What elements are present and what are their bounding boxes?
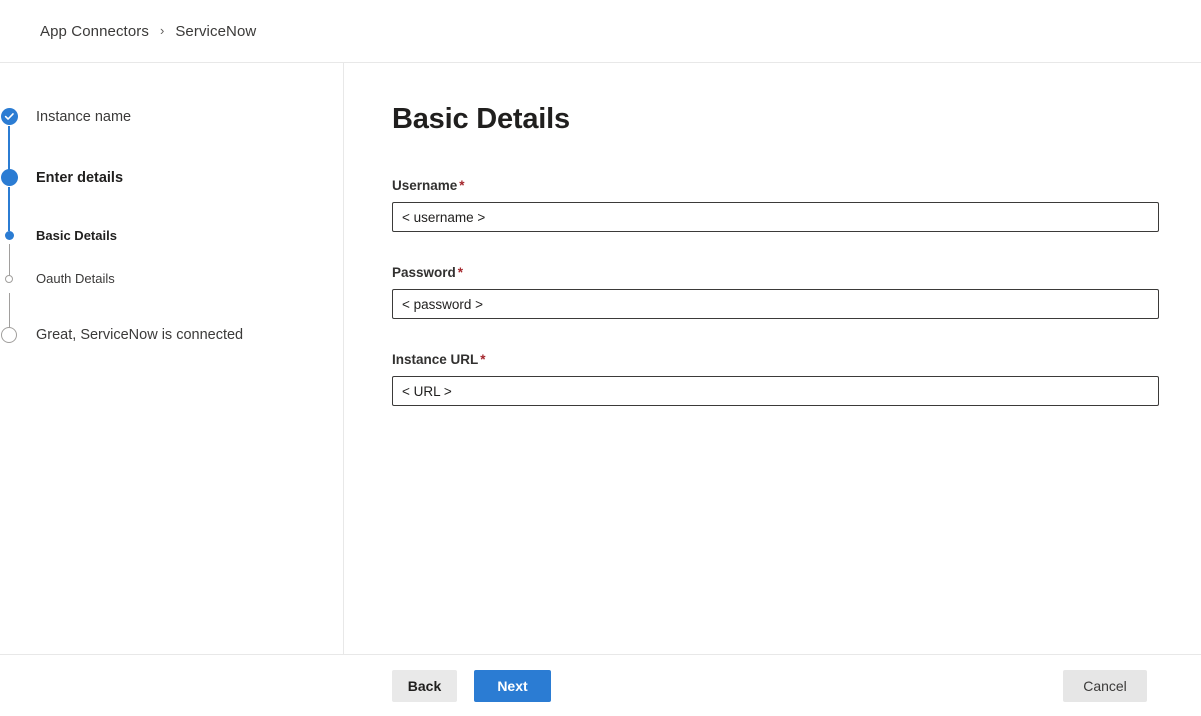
field-password: Password* <box>392 265 1159 319</box>
content-panel: Basic Details Username* Password* Instan… <box>344 63 1201 654</box>
breadcrumb: App Connectors › ServiceNow <box>0 0 1201 63</box>
chevron-right-icon: › <box>160 24 164 37</box>
field-instance-url: Instance URL* <box>392 352 1159 406</box>
field-label-password-text: Password <box>392 265 456 280</box>
footer-actions: Back Next Cancel <box>0 655 1201 715</box>
stepper-step-basic-details[interactable]: Basic Details <box>0 228 117 243</box>
stepper-label-connected: Great, ServiceNow is connected <box>36 327 243 343</box>
stepper-label-basic-details: Basic Details <box>36 228 117 243</box>
small-filled-circle-icon <box>0 231 18 240</box>
stepper-step-instance-name[interactable]: Instance name <box>0 108 131 125</box>
page-title: Basic Details <box>392 103 1159 136</box>
stepper: Instance name Enter details Basic Detail… <box>0 107 343 387</box>
back-button[interactable]: Back <box>392 670 457 702</box>
field-label-username: Username* <box>392 178 1159 193</box>
required-asterisk: * <box>459 178 464 193</box>
stepper-connector-2 <box>8 187 10 231</box>
instance-url-input[interactable] <box>392 376 1159 406</box>
next-button[interactable]: Next <box>474 670 551 702</box>
stepper-step-oauth-details[interactable]: Oauth Details <box>0 271 115 286</box>
stepper-connector-1 <box>8 126 10 170</box>
stepper-step-connected[interactable]: Great, ServiceNow is connected <box>0 327 243 343</box>
stepper-sidebar: Instance name Enter details Basic Detail… <box>0 63 344 654</box>
filled-circle-icon <box>0 169 18 186</box>
username-input[interactable] <box>392 202 1159 232</box>
field-label-instance-url: Instance URL* <box>392 352 1159 367</box>
breadcrumb-item-servicenow[interactable]: ServiceNow <box>175 23 256 40</box>
required-asterisk: * <box>458 265 463 280</box>
breadcrumb-item-app-connectors[interactable]: App Connectors <box>40 23 149 40</box>
stepper-label-instance-name: Instance name <box>36 109 131 125</box>
field-username: Username* <box>392 178 1159 232</box>
workspace: Instance name Enter details Basic Detail… <box>0 63 1201 655</box>
stepper-label-enter-details: Enter details <box>36 170 123 186</box>
check-circle-icon <box>0 108 18 125</box>
field-label-password: Password* <box>392 265 1159 280</box>
stepper-step-enter-details[interactable]: Enter details <box>0 169 123 186</box>
stepper-label-oauth-details: Oauth Details <box>36 271 115 286</box>
hollow-circle-icon <box>0 327 18 343</box>
required-asterisk: * <box>480 352 485 367</box>
cancel-button[interactable]: Cancel <box>1063 670 1147 702</box>
field-label-username-text: Username <box>392 178 457 193</box>
small-hollow-circle-icon <box>0 275 18 283</box>
password-input[interactable] <box>392 289 1159 319</box>
field-label-instance-url-text: Instance URL <box>392 352 478 367</box>
